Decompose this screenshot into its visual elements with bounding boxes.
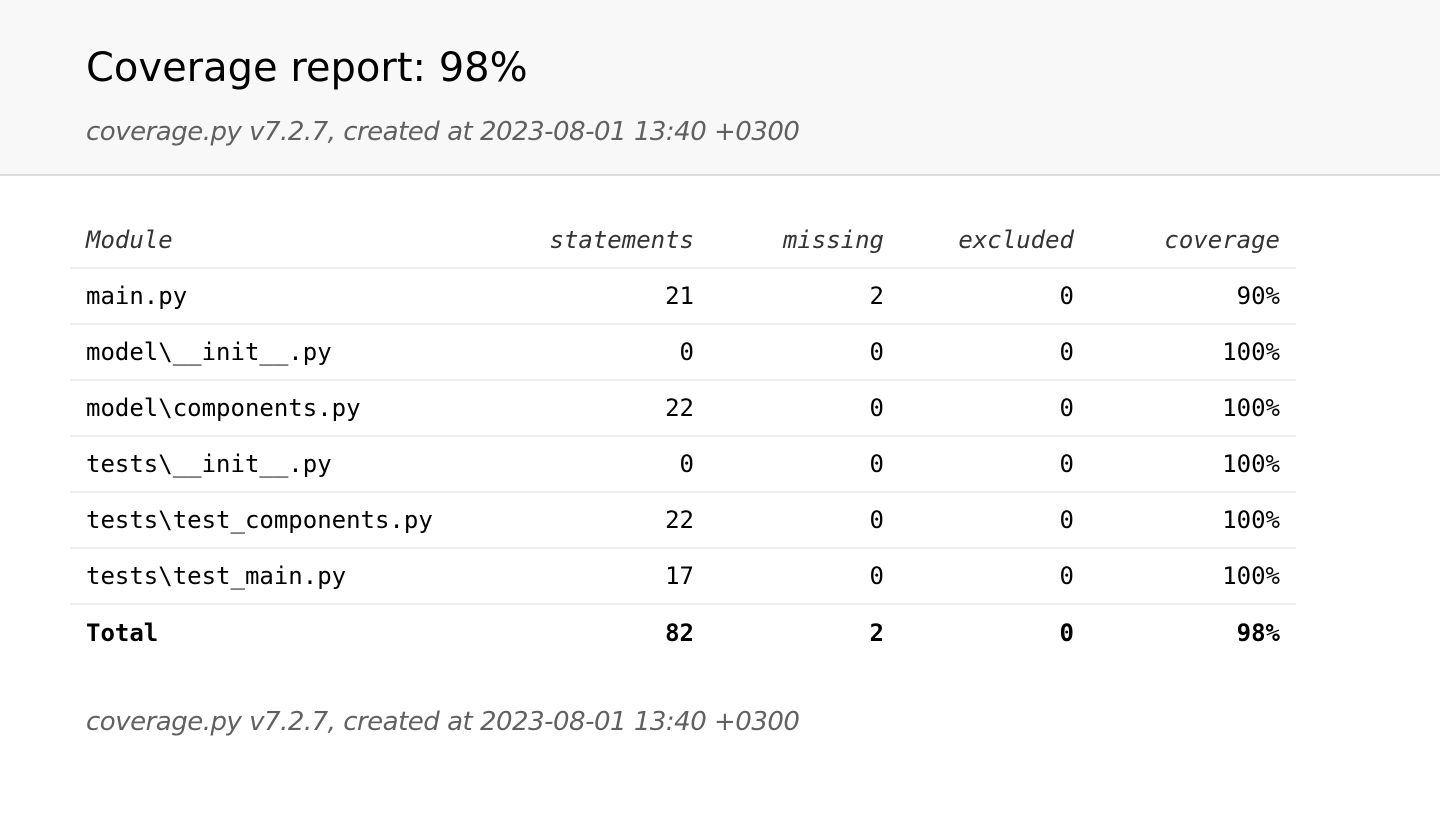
missing-cell: 0 bbox=[710, 548, 900, 605]
excluded-cell: 0 bbox=[900, 268, 1090, 325]
table-row: main.py 21 2 0 90% bbox=[70, 268, 1296, 325]
table-header: Module statements missing excluded cover… bbox=[70, 213, 1296, 269]
table-row: tests\test_main.py 17 0 0 100% bbox=[70, 548, 1296, 605]
missing-cell: 2 bbox=[710, 268, 900, 325]
statements-cell: 0 bbox=[520, 436, 710, 493]
total-label: Total bbox=[86, 618, 159, 647]
table-footer: Total 82 2 0 98% bbox=[70, 604, 1296, 660]
missing-cell: 0 bbox=[710, 380, 900, 437]
module-link[interactable]: tests\__init__.py bbox=[70, 436, 520, 493]
module-link[interactable]: tests\test_components.py bbox=[70, 492, 520, 549]
module-link[interactable]: tests\test_main.py bbox=[70, 548, 520, 605]
table-row: tests\test_components.py 22 0 0 100% bbox=[70, 492, 1296, 549]
total-row: Total 82 2 0 98% bbox=[70, 604, 1296, 660]
coverage-cell: 100% bbox=[1090, 380, 1296, 437]
total-statements: 82 bbox=[665, 618, 694, 647]
table-row: model\__init__.py 0 0 0 100% bbox=[70, 324, 1296, 381]
excluded-cell: 0 bbox=[900, 548, 1090, 605]
statements-cell: 22 bbox=[520, 380, 710, 437]
statements-cell: 0 bbox=[520, 324, 710, 381]
footer-meta-text: coverage.py v7.2.7, created at 2023-08-0… bbox=[86, 707, 800, 737]
excluded-cell: 0 bbox=[900, 436, 1090, 493]
excluded-cell: 0 bbox=[900, 324, 1090, 381]
statements-cell: 21 bbox=[520, 268, 710, 325]
module-link[interactable]: main.py bbox=[70, 268, 520, 325]
missing-cell: 0 bbox=[710, 324, 900, 381]
header-row: Module statements missing excluded cover… bbox=[70, 213, 1296, 269]
table-body: main.py 21 2 0 90% model\__init__.py 0 0… bbox=[70, 268, 1296, 605]
column-header-statements[interactable]: statements bbox=[520, 213, 710, 269]
total-excluded: 0 bbox=[1059, 618, 1074, 647]
page-title: Coverage report: 98% bbox=[86, 45, 528, 91]
column-header-missing[interactable]: missing bbox=[710, 213, 900, 269]
missing-cell: 0 bbox=[710, 492, 900, 549]
excluded-cell: 0 bbox=[900, 380, 1090, 437]
missing-cell: 0 bbox=[710, 436, 900, 493]
excluded-cell: 0 bbox=[900, 492, 1090, 549]
coverage-cell: 100% bbox=[1090, 492, 1296, 549]
module-link[interactable]: model\components.py bbox=[70, 380, 520, 437]
coverage-cell: 100% bbox=[1090, 436, 1296, 493]
header-meta-text: coverage.py v7.2.7, created at 2023-08-0… bbox=[86, 117, 800, 147]
column-header-module[interactable]: Module bbox=[70, 213, 520, 269]
module-link[interactable]: model\__init__.py bbox=[70, 324, 520, 381]
table-row: model\components.py 22 0 0 100% bbox=[70, 380, 1296, 437]
coverage-cell: 100% bbox=[1090, 324, 1296, 381]
table-row: tests\__init__.py 0 0 0 100% bbox=[70, 436, 1296, 493]
column-header-excluded[interactable]: excluded bbox=[900, 213, 1090, 269]
report-header: Coverage report: 98% coverage.py v7.2.7,… bbox=[0, 0, 1440, 176]
total-coverage: 98% bbox=[1236, 618, 1280, 647]
statements-cell: 22 bbox=[520, 492, 710, 549]
total-missing: 2 bbox=[869, 618, 884, 647]
statements-cell: 17 bbox=[520, 548, 710, 605]
coverage-cell: 100% bbox=[1090, 548, 1296, 605]
coverage-table: Module statements missing excluded cover… bbox=[70, 213, 1296, 660]
coverage-cell: 90% bbox=[1090, 268, 1296, 325]
column-header-coverage[interactable]: coverage bbox=[1090, 213, 1296, 269]
